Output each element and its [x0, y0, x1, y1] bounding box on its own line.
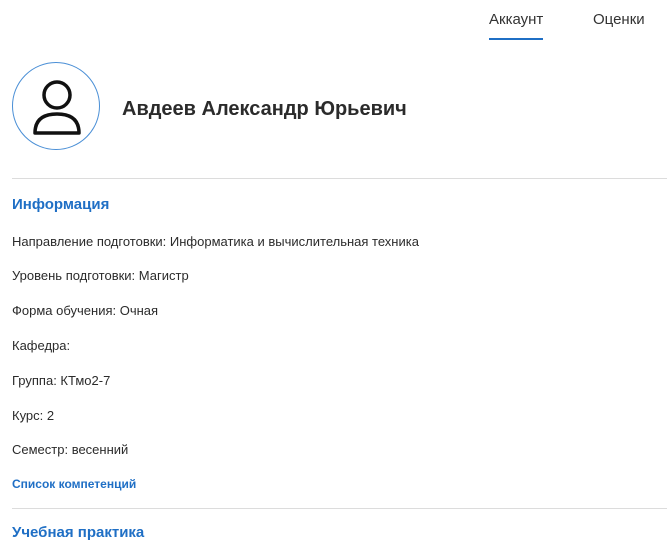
- info-semester: Семестр: весенний: [12, 442, 129, 457]
- account-page: Аккаунт Оценки Авдеев Александр Юрьевич …: [0, 0, 667, 542]
- competencies-link[interactable]: Список компетенций: [12, 477, 136, 491]
- avatar: [12, 62, 100, 150]
- tab-account-label: Аккаунт: [489, 11, 544, 28]
- tab-grades-label: Оценки: [593, 11, 645, 28]
- section-title-information: Информация: [12, 196, 110, 213]
- info-study-form: Форма обучения: Очная: [12, 303, 159, 318]
- info-group: Группа: КТмо2-7: [12, 373, 111, 388]
- tab-grades[interactable]: Оценки: [593, 10, 645, 30]
- section-title-practice: Учебная практика: [12, 524, 145, 541]
- divider: [12, 508, 667, 509]
- user-icon: [33, 80, 81, 135]
- info-level: Уровень подготовки: Магистр: [12, 268, 189, 283]
- tab-active-underline: [489, 38, 543, 40]
- tab-account[interactable]: Аккаунт: [489, 10, 543, 30]
- info-direction: Направление подготовки: Информатика и вы…: [12, 234, 419, 249]
- divider: [12, 178, 667, 179]
- info-department: Кафедра:: [12, 338, 71, 353]
- top-tabs: Аккаунт Оценки: [489, 10, 645, 40]
- user-full-name: Авдеев Александр Юрьевич: [122, 98, 407, 120]
- info-course: Курс: 2: [12, 408, 55, 423]
